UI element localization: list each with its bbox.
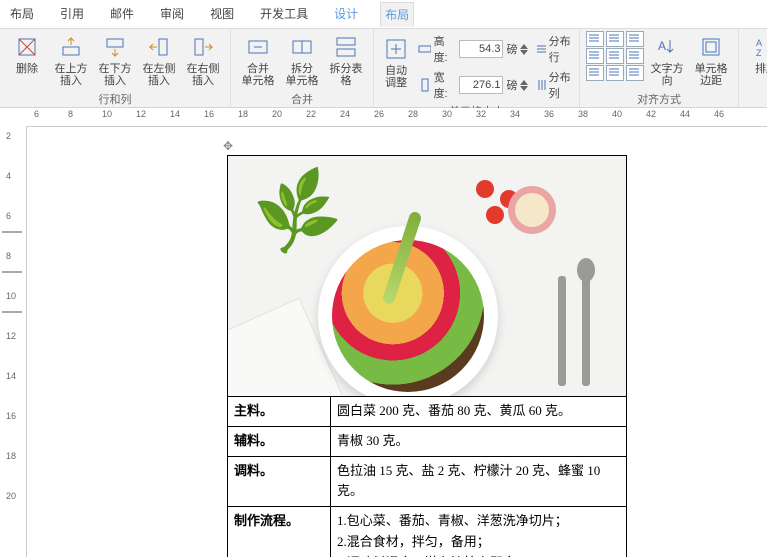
align-0-0[interactable] (586, 31, 604, 47)
group-align: A 文字方向 单元格 边距 对齐方式 (580, 29, 739, 107)
tomato-icon (476, 180, 494, 198)
tab-设计[interactable]: 设计 (330, 2, 362, 26)
sort-button[interactable]: AZ 排序 (745, 31, 767, 77)
delete-button[interactable]: 删除 (6, 31, 48, 77)
fork-icon (558, 276, 566, 386)
split-table-icon (332, 33, 360, 61)
ruler-vertical[interactable]: 2468101214161820 (0, 127, 27, 557)
recipe-table[interactable]: 🌿 主料。圆白菜 200 克、番茄 80 克、黄瓜 60 克。辅料。青椒 30 … (227, 155, 627, 557)
align-2-2[interactable] (626, 65, 644, 81)
text-direction-button[interactable]: A 文字方向 (646, 31, 688, 89)
height-spinner[interactable] (520, 40, 529, 58)
insert-left-button[interactable]: 在左侧插入 (138, 31, 180, 89)
group-label: 合并 (291, 89, 313, 109)
insert-above-button[interactable]: 在上方插入 (50, 31, 92, 89)
spoon-icon (582, 276, 590, 386)
insert-below-button[interactable]: 在下方插入 (94, 31, 136, 89)
row-label[interactable]: 辅料。 (228, 426, 331, 456)
svg-text:A: A (658, 39, 666, 53)
fern-decoration: 🌿 (243, 156, 353, 275)
group-sort: AZ 排序 (739, 29, 767, 107)
row-value[interactable]: 1.包心菜、番茄、青椒、洋葱洗净切片；2.混合食材，拌匀，备用；3.调味料混合，… (331, 507, 627, 557)
row-value[interactable]: 圆白菜 200 克、番茄 80 克、黄瓜 60 克。 (331, 397, 627, 427)
height-input[interactable]: 54.3 (459, 40, 504, 58)
table-row[interactable]: 制作流程。1.包心菜、番茄、青椒、洋葱洗净切片；2.混合食材，拌匀，备用；3.调… (228, 507, 627, 557)
width-spinner[interactable] (520, 76, 529, 94)
split-table-button[interactable]: 拆分表格 (325, 31, 367, 89)
align-1-2[interactable] (626, 48, 644, 64)
document-area[interactable]: ✥ 🌿 主料。圆白菜 200 克、番茄 80 克、黄瓜 60 克。辅料。青椒 3… (27, 127, 767, 557)
group-label: 行和列 (99, 89, 132, 109)
tab-布局[interactable]: 布局 (380, 2, 414, 27)
distribute-rows-button[interactable]: 分布行 (535, 33, 573, 65)
align-1-1[interactable] (606, 48, 624, 64)
tab-审阅[interactable]: 审阅 (156, 2, 188, 26)
merge-cells-icon (244, 33, 272, 61)
distribute-cols-button[interactable]: 分布列 (535, 69, 573, 101)
tomato-icon (486, 206, 504, 224)
tab-引用[interactable]: 引用 (56, 2, 88, 26)
align-0-1[interactable] (606, 31, 624, 47)
group-merge: 合并单元格拆分单元格拆分表格 合并 (231, 29, 374, 107)
row-value[interactable]: 色拉油 15 克、盐 2 克、柠檬汁 20 克、蜂蜜 10 克。 (331, 456, 627, 507)
split-cells-icon (288, 33, 316, 61)
width-input[interactable]: 276.1 (459, 76, 504, 94)
row-label[interactable]: 主料。 (228, 397, 331, 427)
tab-开发工具[interactable]: 开发工具 (256, 2, 312, 26)
cell-margins-button[interactable]: 单元格 边距 (690, 31, 732, 89)
tab-布局[interactable]: 布局 (6, 2, 38, 26)
insert-below-icon (101, 33, 129, 61)
group-label: 对齐方式 (637, 89, 681, 109)
tab-邮件[interactable]: 邮件 (106, 2, 138, 26)
svg-text:A: A (756, 38, 762, 48)
align-grid[interactable] (586, 31, 644, 81)
split-cells-button[interactable]: 拆分单元格 (281, 31, 323, 89)
align-2-1[interactable] (606, 65, 624, 81)
align-2-0[interactable] (586, 65, 604, 81)
group-rows-cols: 删除在上方插入在下方插入在左侧插入在右侧插入 行和列 (0, 29, 231, 107)
autofit-button[interactable]: 自动调整 (380, 33, 412, 91)
merge-cells-button[interactable]: 合并单元格 (237, 31, 279, 89)
tab-视图[interactable]: 视图 (206, 2, 238, 26)
ruler-horizontal[interactable]: 6810121416182022242628303234363840424446 (26, 108, 767, 127)
row-value[interactable]: 青椒 30 克。 (331, 426, 627, 456)
row-height[interactable]: 高度: 54.3 磅 (418, 33, 529, 65)
cup-icon (508, 186, 556, 234)
insert-left-icon (145, 33, 173, 61)
align-0-2[interactable] (626, 31, 644, 47)
table-row[interactable]: 调料。色拉油 15 克、盐 2 克、柠檬汁 20 克、蜂蜜 10 克。 (228, 456, 627, 507)
delete-icon (13, 33, 41, 61)
col-width[interactable]: 宽度: 276.1 磅 (418, 69, 529, 101)
insert-right-icon (189, 33, 217, 61)
table-move-handle[interactable]: ✥ (223, 139, 767, 153)
table-row[interactable]: 辅料。青椒 30 克。 (228, 426, 627, 456)
insert-right-button[interactable]: 在右侧插入 (182, 31, 224, 89)
group-cellsize: 自动调整 高度: 54.3 磅 宽度: 276.1 磅 (374, 29, 580, 107)
row-label[interactable]: 制作流程。 (228, 507, 331, 557)
svg-text:Z: Z (756, 48, 762, 58)
table-row[interactable]: 主料。圆白菜 200 克、番茄 80 克、黄瓜 60 克。 (228, 397, 627, 427)
insert-above-icon (57, 33, 85, 61)
align-1-0[interactable] (586, 48, 604, 64)
image-cell[interactable]: 🌿 (228, 156, 627, 397)
menu-tabs: 布局引用邮件审阅视图开发工具设计布局 (0, 0, 767, 29)
row-label[interactable]: 调料。 (228, 456, 331, 507)
ribbon: 删除在上方插入在下方插入在左侧插入在右侧插入 行和列 合并单元格拆分单元格拆分表… (0, 29, 767, 108)
